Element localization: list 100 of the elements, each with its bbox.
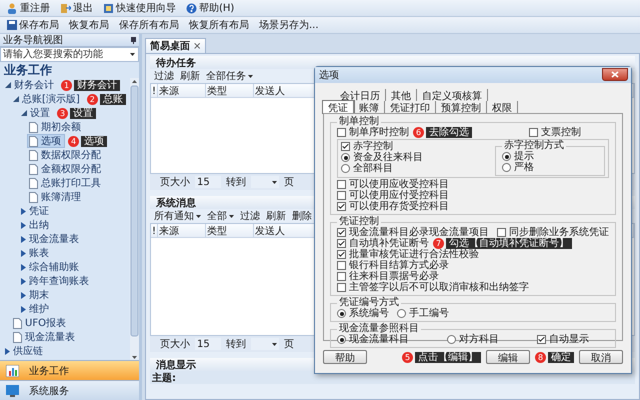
checkbox[interactable] [337, 250, 346, 259]
tree-item[interactable]: 期末 [19, 288, 53, 302]
radio-button[interactable] [337, 309, 346, 318]
checkbox[interactable] [537, 335, 546, 344]
column-header[interactable]: 类型 [206, 84, 254, 98]
collapsed-arrow-icon[interactable] [21, 208, 26, 214]
collapsed-arrow-icon[interactable] [21, 264, 26, 270]
toolbar-button[interactable]: 过滤 [154, 69, 174, 83]
toolbar-button[interactable]: 重注册 [4, 0, 53, 16]
checkbox[interactable] [497, 228, 506, 237]
dialog-button[interactable]: 帮助 [323, 350, 367, 364]
column-header[interactable]: ! [151, 84, 158, 98]
desktop-tab[interactable]: 简易桌面 × [145, 38, 206, 53]
expanded-arrow-icon[interactable] [13, 96, 19, 102]
checkbox[interactable] [341, 142, 350, 151]
nav-button[interactable]: 系统服务 [0, 380, 139, 400]
dialog-tab[interactable]: 其他 [386, 89, 417, 101]
radio-button[interactable] [337, 335, 346, 344]
column-header[interactable]: 类型 [206, 224, 254, 238]
tree-item[interactable]: 总账[演示版] [11, 92, 84, 106]
toolbar-button[interactable]: 快速使用向导 [100, 0, 179, 16]
checkbox[interactable] [337, 180, 346, 189]
collapsed-arrow-icon[interactable] [21, 222, 26, 228]
collapsed-arrow-icon[interactable] [21, 306, 26, 312]
tree-item[interactable]: 选项 [27, 134, 65, 148]
radio-button[interactable] [502, 163, 511, 172]
collapsed-arrow-icon[interactable] [21, 236, 26, 242]
tree-item[interactable]: 凭证 [19, 204, 53, 218]
toolbar-button[interactable]: 恢复所有布局 [186, 18, 252, 32]
tree-item[interactable]: 供应链 [3, 344, 47, 358]
toolbar-button[interactable]: 恢复布局 [66, 18, 112, 32]
column-header[interactable]: 来源 [158, 224, 206, 238]
column-header[interactable]: ! [151, 224, 158, 238]
radio-button[interactable] [502, 152, 511, 161]
page-dropdown[interactable] [251, 176, 279, 188]
toolbar-button[interactable]: 场景另存为... [256, 18, 322, 32]
dialog-title: 选项 [319, 68, 339, 82]
document-icon [13, 318, 22, 328]
page-size-field[interactable]: 15 [195, 338, 221, 350]
tab-close-button[interactable]: × [193, 40, 202, 52]
toolbar-button[interactable]: 全部 [207, 209, 234, 223]
tree-item[interactable]: 综合辅助账 [19, 260, 83, 274]
collapsed-arrow-icon[interactable] [21, 250, 26, 256]
collapsed-arrow-icon[interactable] [5, 348, 10, 354]
checkbox[interactable] [337, 272, 346, 281]
checkbox[interactable] [337, 191, 346, 200]
tree-item[interactable]: 数据权限分配 [27, 148, 105, 162]
checkbox[interactable] [337, 239, 346, 248]
expanded-arrow-icon[interactable] [21, 110, 27, 116]
nav-button[interactable]: 业务工作 [0, 360, 139, 380]
toolbar-button[interactable]: 全部任务 [206, 69, 253, 83]
tree-item[interactable]: 总账打印工具 [27, 176, 105, 190]
radio-button[interactable] [397, 309, 406, 318]
tree-item[interactable]: UFO报表 [11, 316, 70, 330]
radio-button[interactable] [341, 153, 350, 162]
tree-item[interactable]: 金额权限分配 [27, 162, 105, 176]
expanded-arrow-icon[interactable] [5, 82, 11, 88]
dialog-tab[interactable]: 凭证 [323, 101, 354, 113]
checkbox[interactable] [529, 128, 538, 137]
column-header[interactable]: 来源 [158, 84, 206, 98]
toolbar-button[interactable]: 删除 [292, 209, 312, 223]
toolbar-button[interactable]: 帮助(H) [183, 0, 238, 16]
checkbox-label: 同步删除业务系统凭证 [509, 227, 609, 238]
collapsed-arrow-icon[interactable] [21, 278, 26, 284]
tree-item[interactable]: 账表 [19, 246, 53, 260]
checkbox[interactable] [337, 128, 346, 137]
toolbar-button[interactable]: 过滤 [240, 209, 260, 223]
tree-item[interactable]: 维护 [19, 302, 53, 316]
toolbar-button[interactable]: 退出 [57, 0, 96, 16]
tree-item[interactable]: 现金流量表 [19, 232, 83, 246]
radio-button[interactable] [447, 335, 456, 344]
close-button[interactable] [602, 68, 628, 80]
radio-button[interactable] [341, 164, 350, 173]
dialog-button[interactable]: 编辑 [486, 350, 530, 364]
checkbox[interactable] [337, 228, 346, 237]
dialog-button[interactable]: 取消 [579, 350, 623, 364]
tree-item[interactable]: 财务会计 [3, 78, 58, 92]
page-size-field[interactable]: 15 [195, 176, 221, 188]
tree-item[interactable]: 出纳 [19, 218, 53, 232]
radio-label: 全部科目 [353, 163, 393, 174]
checkbox[interactable] [337, 283, 346, 292]
tree-item[interactable]: 设置 [19, 106, 54, 120]
checkbox[interactable] [337, 261, 346, 270]
dialog-tab[interactable]: 自定义项核算 [417, 89, 488, 101]
tree-item[interactable]: 现金流量表 [11, 330, 79, 344]
page-dropdown[interactable] [251, 338, 279, 350]
collapsed-arrow-icon[interactable] [21, 292, 26, 298]
radio-label: 系统编号 [349, 308, 389, 319]
tree-item[interactable]: 账簿清理 [27, 190, 85, 204]
toolbar-button[interactable]: 刷新 [266, 209, 286, 223]
tree-item[interactable]: 跨年查询账表 [19, 274, 93, 288]
search-field[interactable]: 请输入您要搜索的功能 [0, 47, 139, 62]
toolbar-button[interactable]: 所有通知 [154, 209, 201, 223]
callout-label: 去除勾选 [426, 127, 472, 138]
pin-icon[interactable] [131, 36, 136, 44]
toolbar-button[interactable]: 保存所有布局 [116, 18, 182, 32]
toolbar-button[interactable]: 刷新 [180, 69, 200, 83]
toolbar-button[interactable]: 保存布局 [4, 18, 62, 32]
tree-item[interactable]: 期初余额 [27, 120, 85, 134]
checkbox[interactable] [337, 202, 346, 211]
